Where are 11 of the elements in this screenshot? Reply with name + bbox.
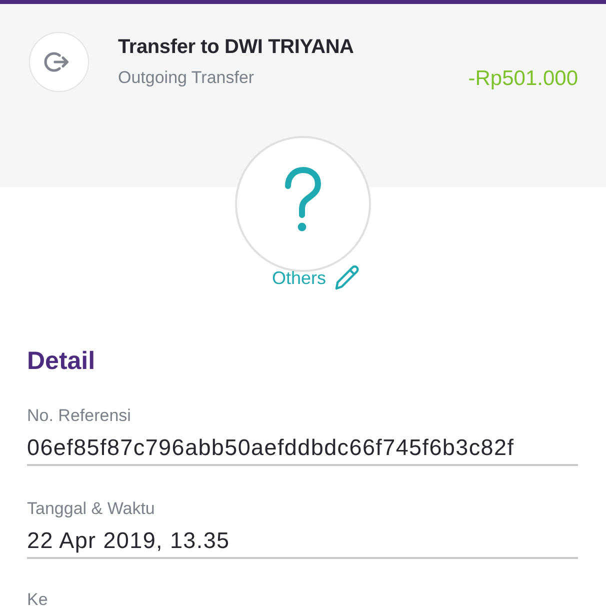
transaction-title: Transfer to DWI TRIYANA [118,35,355,60]
pencil-icon[interactable] [334,264,360,291]
section-heading: Detail [27,346,96,376]
field-value: 22 Apr 2019, 13.35 [27,528,231,554]
field-label: Tanggal & Waktu [27,498,156,520]
transaction-type: Outgoing Transfer [118,67,256,89]
field-label: No. Referensi [27,405,132,427]
field-label: Ke [27,589,49,606]
transaction-amount: -Rp501.000 [468,66,578,92]
field-value: 06ef85f87c796abb50aefddbdc66f745f6b3c82f [27,435,516,461]
category-label: Others [272,266,326,288]
